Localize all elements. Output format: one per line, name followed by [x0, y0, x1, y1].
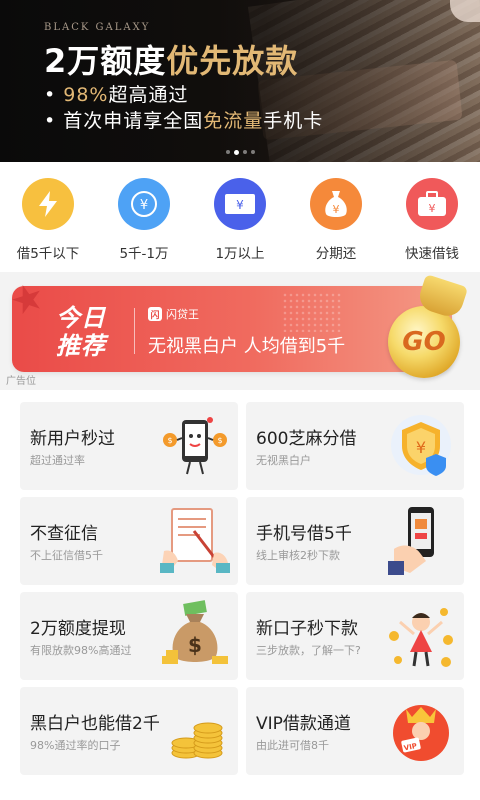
banner-bullet-1: • 98%超高通过	[44, 84, 189, 106]
svg-text:¥: ¥	[416, 438, 426, 457]
svg-text:$: $	[217, 436, 222, 445]
category-item-under-5k[interactable]: 借5千以下	[0, 162, 96, 272]
svg-text:$: $	[188, 633, 202, 657]
svg-text:¥: ¥	[429, 202, 436, 215]
product-subtitle: 不上征信借5千	[30, 549, 103, 562]
svg-text:$: $	[167, 436, 172, 445]
briefcase-icon: ¥	[406, 178, 458, 230]
carousel-dot[interactable]	[251, 150, 255, 154]
product-title: 黑白户也能借2千	[30, 714, 160, 734]
product-card[interactable]: 手机号借5千 线上审核2秒下款	[246, 497, 464, 585]
product-subtitle: 线上审核2秒下款	[256, 549, 340, 562]
category-row: 借5千以下 ¥ 5千-1万 ¥ 1万以上 ¥ 分期还 ¥ 快速借钱	[0, 162, 480, 272]
category-label: 1万以上	[215, 246, 265, 262]
product-title: 新口子秒下款	[256, 619, 358, 639]
ad-section: 今日推荐 闪 闪贷王 无视黑白户 人均借到5千 GO ★ 广告位	[0, 272, 480, 390]
carousel-dot[interactable]	[243, 150, 247, 154]
product-title: VIP借款通道	[256, 714, 351, 734]
category-item-quick-loan[interactable]: ¥ 快速借钱	[384, 162, 480, 272]
product-card[interactable]: 2万额度提现 有限放款98%高通过 $	[20, 592, 238, 680]
phone-mascot-icon: $ $	[163, 417, 227, 475]
product-card[interactable]: 新口子秒下款 三步放款，了解一下?	[246, 592, 464, 680]
dollar-bag-icon: $	[162, 600, 228, 664]
product-card[interactable]: 不查征信 不上征信借5千	[20, 497, 238, 585]
product-subtitle: 有限放款98%高通过	[30, 644, 132, 657]
product-subtitle: 无视黑白户	[256, 454, 311, 467]
category-label: 快速借钱	[405, 246, 459, 262]
product-title: 手机号借5千	[256, 524, 352, 544]
go-button[interactable]: GO	[388, 306, 460, 378]
category-item-over-10k[interactable]: ¥ 1万以上	[192, 162, 288, 272]
ad-text: 无视黑白户 人均借到5千	[148, 336, 346, 357]
coin-stack-icon	[171, 722, 223, 759]
cheering-man-icon	[389, 608, 453, 667]
product-subtitle: 超过通过率	[30, 454, 85, 467]
product-card[interactable]: 600芝麻分借 无视黑白户 ¥	[246, 402, 464, 490]
ad-title: 今日推荐	[56, 304, 106, 360]
product-subtitle: 98%通过率的口子	[30, 739, 121, 752]
divider	[134, 308, 135, 354]
carousel-dot[interactable]	[226, 150, 230, 154]
money-bag-icon: ¥	[310, 178, 362, 230]
category-label: 分期还	[315, 246, 357, 262]
product-title: 600芝麻分借	[256, 429, 357, 449]
hand-phone-icon	[388, 507, 434, 575]
promo-banner[interactable]: BLACK GALAXY 2万额度优先放款 • 98%超高通过 • 首次申请享全…	[0, 0, 480, 162]
product-card[interactable]: 新用户秒过 超过通过率 $ $	[20, 402, 238, 490]
product-subtitle: 由此进可借8千	[256, 739, 329, 752]
product-card[interactable]: VIP借款通道 由此进可借8千 VIP	[246, 687, 464, 775]
category-label: 借5千以下	[16, 246, 80, 262]
carousel-dot-active[interactable]	[234, 149, 239, 155]
yen-coin-icon: ¥	[118, 178, 170, 230]
product-subtitle: 三步放款，了解一下?	[256, 644, 361, 657]
document-pen-icon	[160, 508, 230, 573]
lightning-icon	[22, 178, 74, 230]
banner-headline: 2万额度优先放款	[44, 42, 299, 80]
shield-yen-icon: ¥	[391, 415, 451, 476]
svg-text:¥: ¥	[236, 198, 244, 212]
banner-brand: BLACK GALAXY	[44, 22, 151, 33]
ad-banner[interactable]: 今日推荐 闪 闪贷王 无视黑白户 人均借到5千 GO	[12, 286, 460, 378]
banknote-icon: ¥	[214, 178, 266, 230]
category-item-installment[interactable]: ¥ 分期还	[288, 162, 384, 272]
product-title: 2万额度提现	[30, 619, 126, 639]
product-grid: 新用户秒过 超过通过率 $ $ 600芝麻分借 无视黑白户 ¥ 不查征信 不上征…	[0, 390, 480, 800]
vip-king-icon: VIP	[393, 705, 449, 761]
product-title: 不查征信	[30, 524, 98, 544]
svg-text:¥: ¥	[333, 203, 340, 216]
app-logo-icon: 闪	[148, 307, 162, 321]
carousel-dots[interactable]	[226, 149, 255, 155]
ad-label: 广告位	[6, 376, 36, 387]
ad-app-name: 闪 闪贷王	[148, 306, 199, 322]
category-label: 5千-1万	[119, 246, 169, 262]
product-card[interactable]: 黑白户也能借2千 98%通过率的口子	[20, 687, 238, 775]
banner-bullet-2: • 首次申请享全国免流量手机卡	[44, 110, 324, 132]
product-title: 新用户秒过	[30, 429, 115, 449]
category-item-5k-10k[interactable]: ¥ 5千-1万	[96, 162, 192, 272]
svg-text:¥: ¥	[140, 198, 148, 213]
